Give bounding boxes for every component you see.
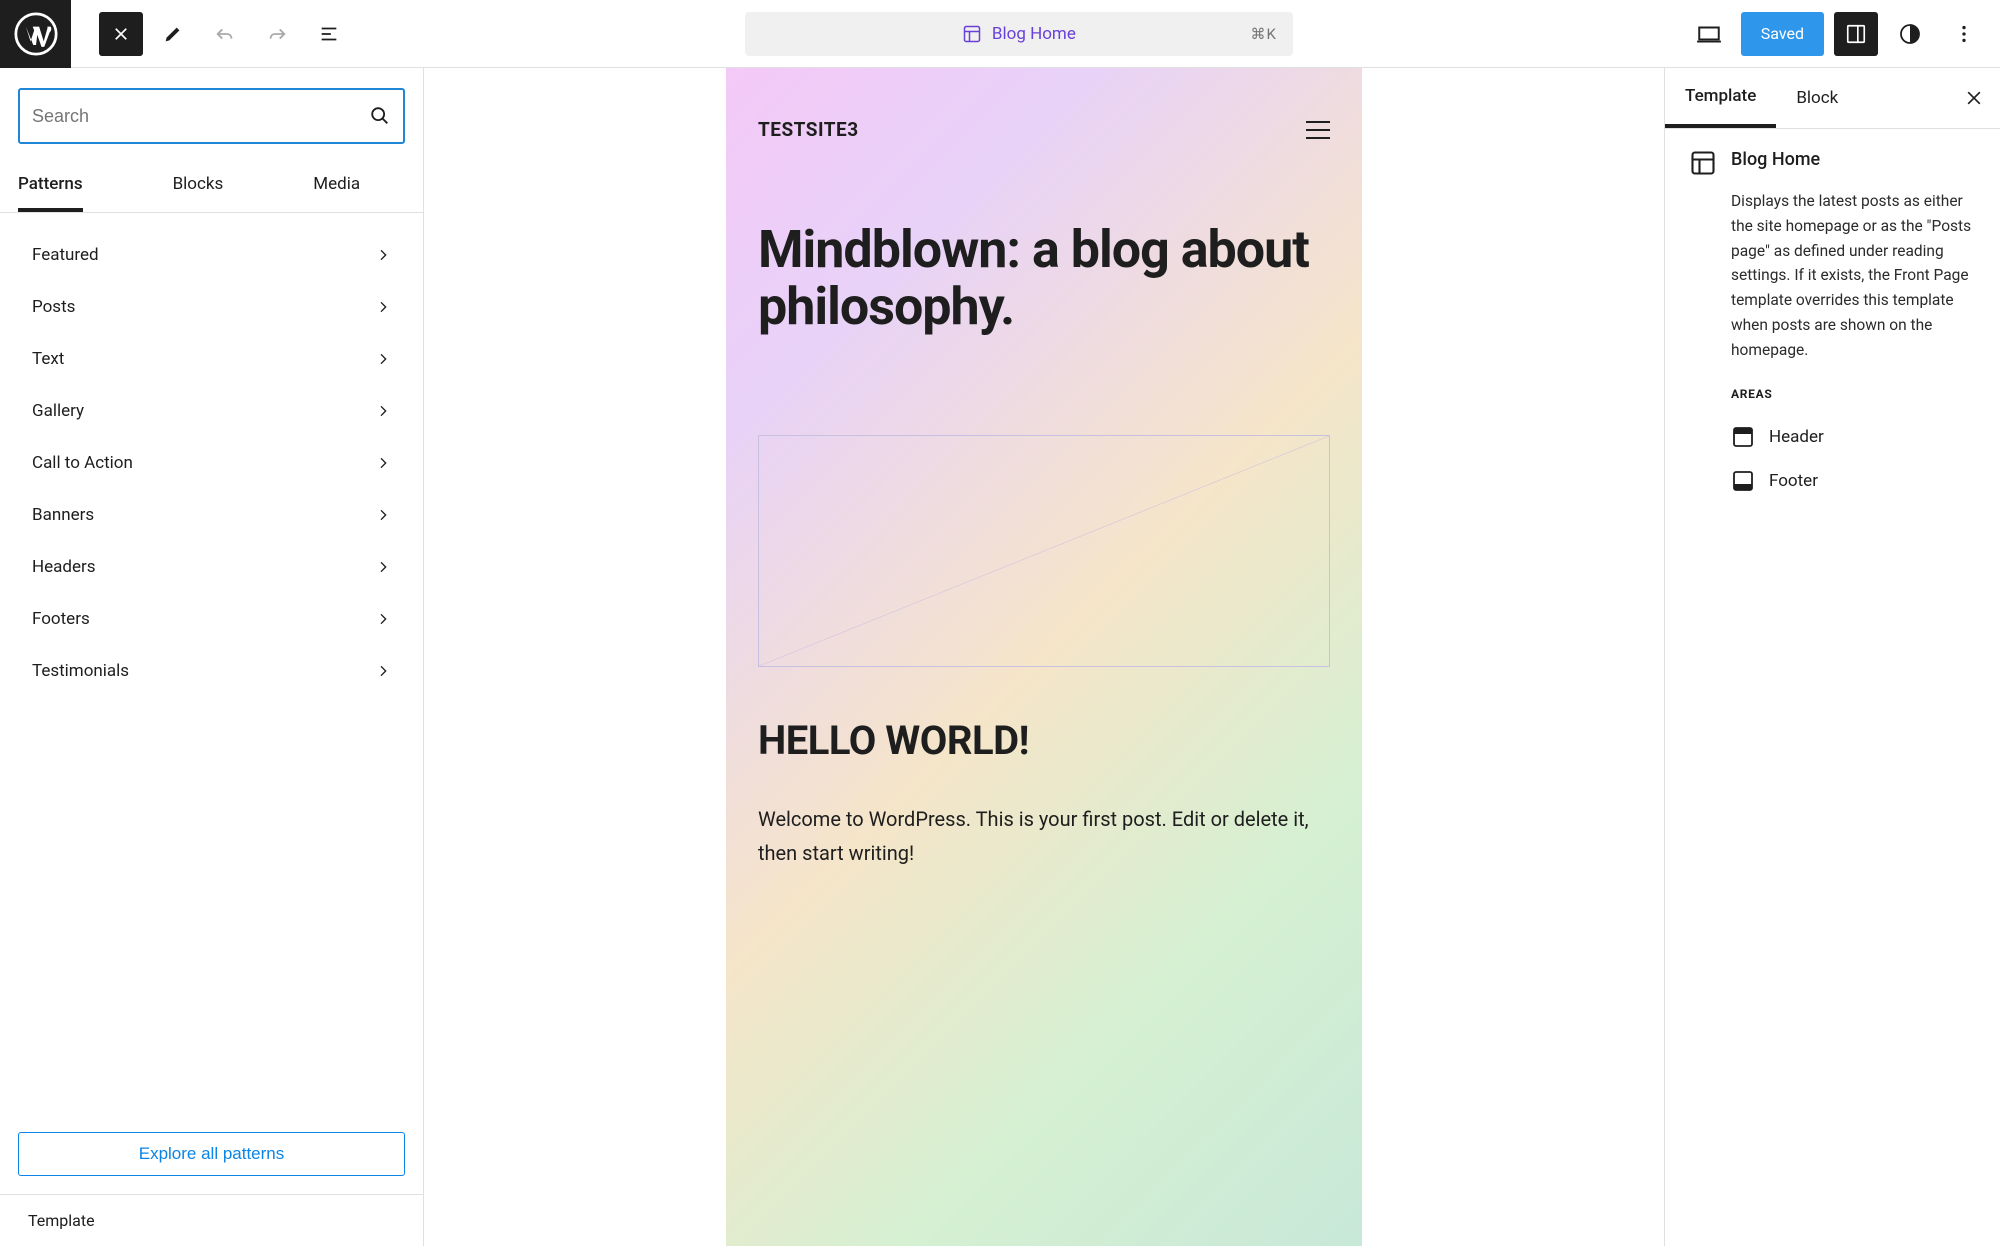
document-title: Blog Home — [992, 24, 1076, 44]
pattern-category-item[interactable]: Gallery — [8, 385, 415, 437]
tab-blocks[interactable]: Blocks — [173, 160, 224, 212]
styles-button[interactable] — [1888, 12, 1932, 56]
areas-heading: AREAS — [1731, 387, 1976, 401]
pattern-category-list: Featured Posts Text Gallery Call to Action Ba… — [0, 213, 423, 1114]
pattern-category-item[interactable]: Posts — [8, 281, 415, 333]
category-label: Gallery — [32, 401, 84, 421]
category-label: Footers — [32, 609, 90, 629]
category-label: Posts — [32, 297, 75, 317]
view-button[interactable] — [1687, 12, 1731, 56]
tab-patterns[interactable]: Patterns — [18, 160, 83, 212]
header-icon — [1731, 425, 1755, 449]
category-label: Testimonials — [32, 661, 129, 681]
pattern-category-item[interactable]: Footers — [8, 593, 415, 645]
undo-button[interactable] — [203, 12, 247, 56]
site-title[interactable]: TESTSITE3 — [758, 118, 859, 141]
menu-icon[interactable] — [1306, 121, 1330, 139]
search-icon — [369, 105, 391, 127]
chevron-right-icon — [375, 299, 391, 315]
chevron-right-icon — [375, 559, 391, 575]
category-label: Call to Action — [32, 453, 133, 473]
area-footer[interactable]: Footer — [1731, 459, 1976, 503]
chevron-right-icon — [375, 455, 391, 471]
pattern-category-item[interactable]: Banners — [8, 489, 415, 541]
close-settings-button[interactable] — [1948, 88, 2000, 108]
layout-icon — [962, 24, 982, 44]
tab-template[interactable]: Template — [1665, 68, 1776, 128]
post-title[interactable]: HELLO WORLD! — [758, 717, 1330, 764]
template-title: Blog Home — [1731, 149, 1820, 177]
chevron-right-icon — [375, 247, 391, 263]
pattern-category-item[interactable]: Headers — [8, 541, 415, 593]
area-header[interactable]: Header — [1731, 415, 1976, 459]
breadcrumb[interactable]: Template — [0, 1194, 423, 1246]
category-label: Featured — [32, 245, 99, 265]
featured-image-placeholder[interactable] — [758, 435, 1330, 667]
command-shortcut: ⌘K — [1250, 25, 1276, 43]
chevron-right-icon — [375, 403, 391, 419]
pattern-category-item[interactable]: Text — [8, 333, 415, 385]
chevron-right-icon — [375, 663, 391, 679]
search-box[interactable] — [18, 88, 405, 144]
chevron-right-icon — [375, 507, 391, 523]
explore-patterns-button[interactable]: Explore all patterns — [18, 1132, 405, 1176]
editor-canvas[interactable]: TESTSITE3 Mindblown: a blog about philos… — [424, 68, 1664, 1246]
category-label: Banners — [32, 505, 94, 525]
list-view-button[interactable] — [307, 12, 351, 56]
document-title-bar[interactable]: Blog Home ⌘K — [745, 12, 1293, 56]
footer-icon — [1731, 469, 1755, 493]
pattern-category-item[interactable]: Call to Action — [8, 437, 415, 489]
search-input[interactable] — [32, 106, 369, 127]
tab-block[interactable]: Block — [1776, 70, 1858, 126]
edit-tool-button[interactable] — [151, 12, 195, 56]
inserter-panel: Patterns Blocks Media Featured Posts Text G… — [0, 68, 424, 1246]
pattern-category-item[interactable]: Featured — [8, 229, 415, 281]
settings-panel: Template Block Blog Home Displays the la… — [1664, 68, 2000, 1246]
tab-media[interactable]: Media — [313, 160, 360, 212]
chevron-right-icon — [375, 611, 391, 627]
category-label: Text — [32, 349, 64, 369]
post-excerpt[interactable]: Welcome to WordPress. This is your first… — [758, 802, 1330, 870]
settings-panel-toggle[interactable] — [1834, 12, 1878, 56]
template-description: Displays the latest posts as either the … — [1731, 189, 1976, 363]
redo-button[interactable] — [255, 12, 299, 56]
chevron-right-icon — [375, 351, 391, 367]
save-button[interactable]: Saved — [1741, 12, 1824, 56]
layout-icon — [1689, 149, 1717, 177]
close-inserter-button[interactable] — [99, 12, 143, 56]
settings-tabs: Template Block — [1665, 68, 2000, 129]
category-label: Headers — [32, 557, 96, 577]
site-header[interactable]: TESTSITE3 — [758, 118, 1330, 141]
hero-heading[interactable]: Mindblown: a blog about philosophy. — [758, 221, 1330, 335]
pattern-category-item[interactable]: Testimonials — [8, 645, 415, 697]
inserter-tabs: Patterns Blocks Media — [0, 154, 423, 213]
options-menu-button[interactable] — [1942, 12, 1986, 56]
top-toolbar: Blog Home ⌘K Saved — [0, 0, 2000, 68]
wordpress-logo[interactable] — [0, 0, 71, 68]
template-frame[interactable]: TESTSITE3 Mindblown: a blog about philos… — [726, 68, 1362, 1246]
